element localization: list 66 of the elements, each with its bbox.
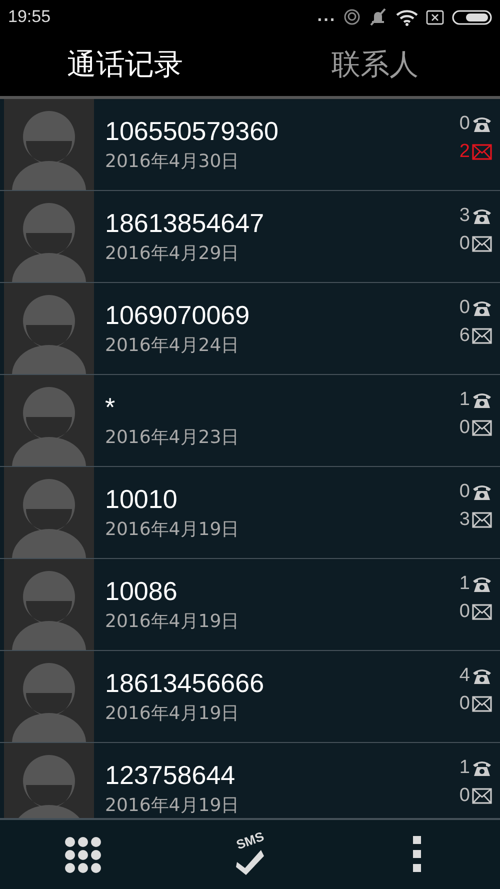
entry-date: 2016年4月19日: [105, 610, 240, 633]
phone-number: 106550579360: [105, 116, 280, 147]
call-count: 0: [459, 481, 470, 503]
telephone-icon: [472, 575, 492, 593]
telephone-icon: [472, 115, 492, 133]
status-time: 19:55: [8, 7, 51, 27]
envelope-icon: [472, 328, 492, 344]
telephone-icon: [472, 207, 492, 225]
call-count: 0: [459, 113, 470, 135]
call-log-entry[interactable]: 1069070069 2016年4月24日 0 6: [0, 283, 500, 375]
entry-date: 2016年4月30日: [105, 150, 240, 173]
tab[interactable]: 联系人: [250, 34, 500, 96]
telephone-icon: [472, 667, 492, 685]
call-log-entry[interactable]: 10086 2016年4月19日 1 0: [0, 559, 500, 651]
phone-number: 18613854647: [105, 208, 266, 239]
envelope-icon: [472, 236, 492, 252]
call-log-entry[interactable]: 18613456666 2016年4月19日 4 0: [0, 651, 500, 743]
sim-card-icon: [426, 10, 444, 24]
call-count: 1: [459, 757, 470, 779]
wifi-icon: [396, 8, 418, 26]
call-log-entry[interactable]: * 2016年4月23日 1 0: [0, 375, 500, 467]
message-count: 0: [459, 785, 470, 807]
entry-date: 2016年4月19日: [105, 702, 240, 725]
call-count: 1: [459, 573, 470, 595]
dialpad-icon: [64, 836, 102, 874]
call-log-entry[interactable]: 18613854647 2016年4月29日 3 0: [0, 191, 500, 283]
message-count: 0: [459, 233, 470, 255]
entry-date: 2016年4月19日: [105, 518, 240, 541]
message-count: 0: [459, 601, 470, 623]
menu-icon: [412, 836, 422, 874]
telephone-icon: [472, 299, 492, 317]
envelope-icon: [472, 788, 492, 804]
muted-bell-icon: [368, 8, 388, 26]
call-count: 0: [459, 297, 470, 319]
entry-date: 2016年4月19日: [105, 794, 240, 817]
battery-icon: [452, 10, 492, 24]
envelope-icon: [472, 696, 492, 712]
phone-number: 18613456666: [105, 668, 266, 699]
message-count: 0: [459, 417, 470, 439]
circle-icon: [344, 9, 360, 25]
call-count: 4: [459, 665, 470, 687]
entry-date: 2016年4月23日: [105, 426, 240, 449]
telephone-icon: [472, 759, 492, 777]
envelope-icon: [472, 512, 492, 528]
message-count: 6: [459, 325, 470, 347]
message-count: 3: [459, 509, 470, 531]
telephone-icon: [472, 483, 492, 501]
message-count: 0: [459, 693, 470, 715]
envelope-icon: [472, 604, 492, 620]
call-count: 1: [459, 389, 470, 411]
call-log-entry[interactable]: 10010 2016年4月19日 0 3: [0, 467, 500, 559]
entry-date: 2016年4月29日: [105, 242, 240, 265]
more-notifications: ...: [317, 9, 336, 25]
telephone-icon: [472, 391, 492, 409]
tab[interactable]: 通话记录: [0, 34, 250, 96]
call-count: 3: [459, 205, 470, 227]
phone-number: 10010: [105, 484, 178, 515]
phone-number: *: [105, 392, 116, 423]
envelope-icon: [472, 144, 492, 160]
envelope-icon: [472, 420, 492, 436]
entry-date: 2016年4月24日: [105, 334, 240, 357]
phone-number: 1069070069: [105, 300, 251, 331]
call-log-entry[interactable]: 106550579360 2016年4月30日 0 2: [0, 99, 500, 191]
phone-number: 10086: [105, 576, 178, 607]
phone-number: 123758644: [105, 760, 236, 791]
message-count: 2: [459, 141, 470, 163]
